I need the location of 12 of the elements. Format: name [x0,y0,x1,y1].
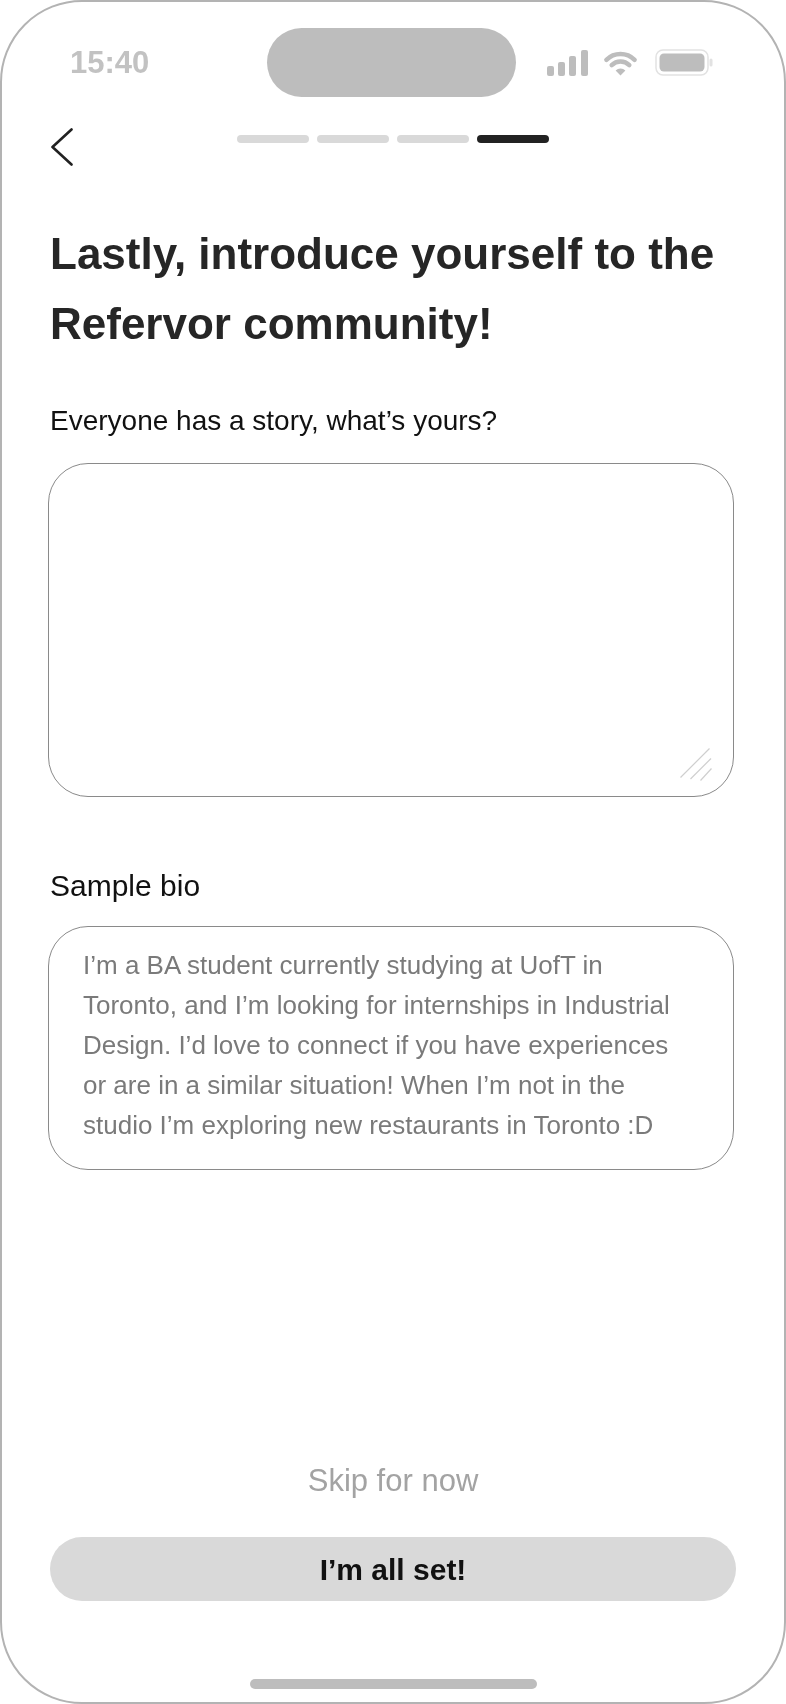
story-field[interactable] [48,462,734,797]
story-field-label: Everyone has a story, what’s yours? [50,404,499,438]
sample-bio-text: I’m a BA student currently studying at UofT in Toronto, and I’m looking for internships in Industrial Design. I’d love to connect if you have experiences or are in a similar situation! When I’m not in the studio I’m exploring new restaurants in Toronto :D [83,948,671,1142]
wifi-icon [603,49,638,76]
status-time: 15:40 [70,47,150,78]
back-icon[interactable] [50,128,74,166]
page-title: Lastly, introduce yourself to the Refervor community! [50,228,716,350]
resize-grip-icon [680,747,712,781]
submit-button[interactable]: I’m all set! [50,1537,736,1601]
battery-icon [655,49,713,76]
signal-icon [547,49,588,76]
sample-bio-label: Sample bio [50,867,202,904]
